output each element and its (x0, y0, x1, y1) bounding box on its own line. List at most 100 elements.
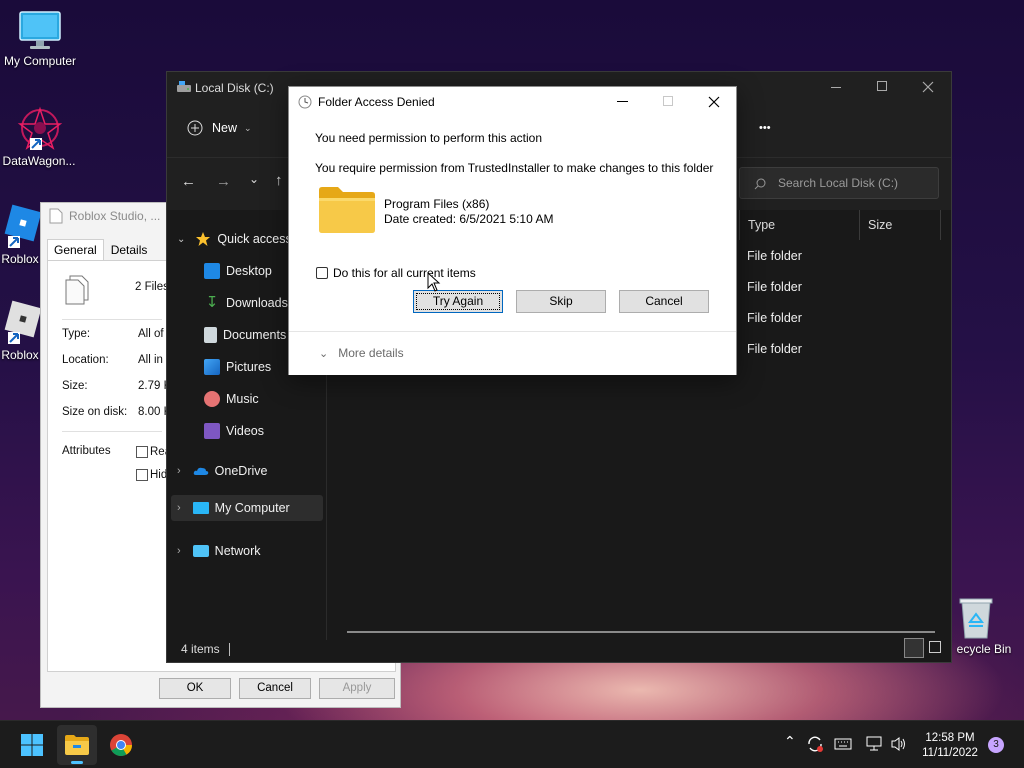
sidebar-item-label: My Computer (214, 501, 290, 515)
properties-title: Roblox Studio, ... (69, 209, 161, 223)
horizontal-scrollbar[interactable] (347, 631, 935, 633)
chrome-taskbar-button[interactable] (101, 725, 141, 765)
roblox-studio-icon (4, 300, 42, 344)
explorer-title: Local Disk (C:) (195, 81, 274, 95)
size-on-disk-label: Size on disk: (62, 406, 128, 418)
sidebar-item-pictures[interactable]: Pictures (204, 354, 271, 380)
videos-icon (204, 423, 220, 439)
start-button[interactable] (12, 725, 52, 765)
table-row[interactable]: File folder (747, 249, 802, 263)
sidebar-item-network[interactable]: › Network (177, 538, 261, 564)
table-row[interactable]: File folder (747, 280, 802, 294)
taskbar-clock[interactable]: 12:58 PM 11/11/2022 (912, 731, 988, 761)
desktop-icon-label: DataWagon... (2, 154, 76, 168)
more-details-toggle[interactable]: ⌄ More details (319, 346, 404, 360)
try-again-button[interactable]: Try Again (413, 290, 503, 313)
skip-button[interactable]: Skip (516, 290, 606, 313)
desktop-icon-datawagon[interactable]: DataWagon... (0, 106, 80, 168)
more-options-icon[interactable]: ••• (759, 122, 771, 134)
folder-access-denied-dialog: Folder Access Denied You need permission… (288, 86, 737, 375)
column-header-type[interactable]: Type (739, 210, 859, 240)
item-date: Date created: 6/5/2021 5:10 AM (384, 212, 554, 226)
all-items-checkbox-label[interactable]: Do this for all current items (333, 266, 476, 280)
search-placeholder: Search Local Disk (C:) (778, 176, 899, 190)
hidden-checkbox[interactable] (136, 469, 148, 481)
cancel-button[interactable]: Cancel (239, 678, 311, 699)
back-arrow-icon[interactable]: ← (181, 173, 196, 190)
chevron-right-icon: › (177, 465, 181, 477)
chevron-down-icon: ⌄ (244, 122, 252, 133)
close-icon[interactable] (922, 81, 934, 93)
volume-icon[interactable] (890, 736, 908, 752)
sidebar-item-label: Downloads (226, 296, 288, 310)
cancel-button[interactable]: Cancel (619, 290, 709, 313)
search-input[interactable]: Search Local Disk (C:) (739, 167, 939, 199)
more-details-label: More details (338, 346, 404, 360)
sidebar-item-videos[interactable]: Videos (204, 418, 264, 444)
tiles-view-icon[interactable] (929, 641, 941, 653)
keyboard-icon[interactable] (834, 737, 852, 751)
column-header-size[interactable]: Size (859, 210, 941, 240)
notification-badge[interactable]: 3 (988, 737, 1004, 753)
item-count: 4 items (181, 642, 220, 656)
up-arrow-icon[interactable]: ↑ (275, 172, 283, 189)
chevron-down-icon: ⌄ (319, 347, 329, 360)
chevron-up-icon[interactable]: ⌃ (784, 733, 796, 750)
sidebar-item-downloads[interactable]: ↧ Downloads (204, 290, 288, 316)
search-icon (754, 178, 766, 190)
dialog-footer: ⌄ More details (289, 331, 736, 375)
desktop-icon-my-computer[interactable]: My Computer (0, 10, 80, 68)
ok-button[interactable]: OK (159, 678, 231, 699)
sidebar-item-label: Videos (226, 424, 264, 438)
music-icon (204, 391, 220, 407)
chevron-right-icon: › (177, 545, 181, 557)
table-row[interactable]: File folder (747, 311, 802, 325)
new-button[interactable]: New ⌄ (187, 120, 252, 136)
folder-icon (65, 735, 89, 755)
maximize-icon[interactable] (877, 81, 887, 91)
minimize-icon[interactable] (617, 101, 628, 102)
plus-circle-icon (187, 120, 203, 136)
new-label: New (212, 121, 238, 135)
sidebar-item-desktop[interactable]: Desktop (204, 258, 272, 284)
taskbar: ⌃ 12:58 PM 11/11/2022 3 (0, 720, 1024, 768)
minimize-icon[interactable] (831, 87, 841, 88)
all-items-checkbox[interactable] (316, 267, 328, 279)
details-view-icon[interactable] (904, 638, 924, 658)
chrome-icon (110, 734, 132, 756)
apply-button[interactable]: Apply (319, 678, 395, 699)
close-icon[interactable] (708, 96, 720, 108)
tab-general[interactable]: General (47, 239, 104, 261)
sync-icon[interactable] (806, 735, 824, 753)
drive-icon (177, 81, 191, 92)
recycle-bin-icon (959, 598, 993, 639)
file-explorer-taskbar-button[interactable] (57, 725, 97, 765)
readonly-checkbox[interactable] (136, 446, 148, 458)
sidebar-item-label: Network (214, 544, 261, 558)
table-row[interactable]: File folder (747, 342, 802, 356)
chevron-right-icon: › (177, 502, 181, 514)
forward-arrow-icon[interactable]: → (216, 173, 231, 190)
sidebar-item-documents[interactable]: Documents (204, 322, 286, 348)
network-icon[interactable] (865, 736, 883, 752)
sidebar-item-quick-access[interactable]: ⌄ Quick access (177, 226, 292, 252)
sidebar-item-music[interactable]: Music (204, 386, 259, 412)
attributes-label: Attributes (62, 445, 111, 457)
roblox-icon (4, 204, 42, 248)
tab-details[interactable]: Details (104, 239, 155, 261)
recent-chevron-icon[interactable]: ⌄ (249, 172, 259, 186)
clock-time: 12:58 PM (925, 732, 975, 744)
sidebar-item-label: Desktop (226, 264, 272, 278)
documents-icon (204, 327, 217, 343)
sidebar-item-onedrive[interactable]: › OneDrive (177, 458, 267, 484)
sidebar-item-label: Documents (223, 328, 287, 342)
properties-tabs: General Details (47, 239, 154, 261)
column-header-type-label: Type (748, 218, 776, 232)
sidebar-item-my-computer[interactable]: › My Computer (171, 495, 323, 521)
pictures-icon (204, 359, 220, 375)
sidebar-item-label: Music (226, 392, 259, 406)
dialog-title: Folder Access Denied (318, 95, 435, 109)
location-label: Location: (62, 354, 109, 366)
download-arrow-icon: ↧ (205, 294, 219, 311)
maximize-icon (663, 96, 673, 106)
